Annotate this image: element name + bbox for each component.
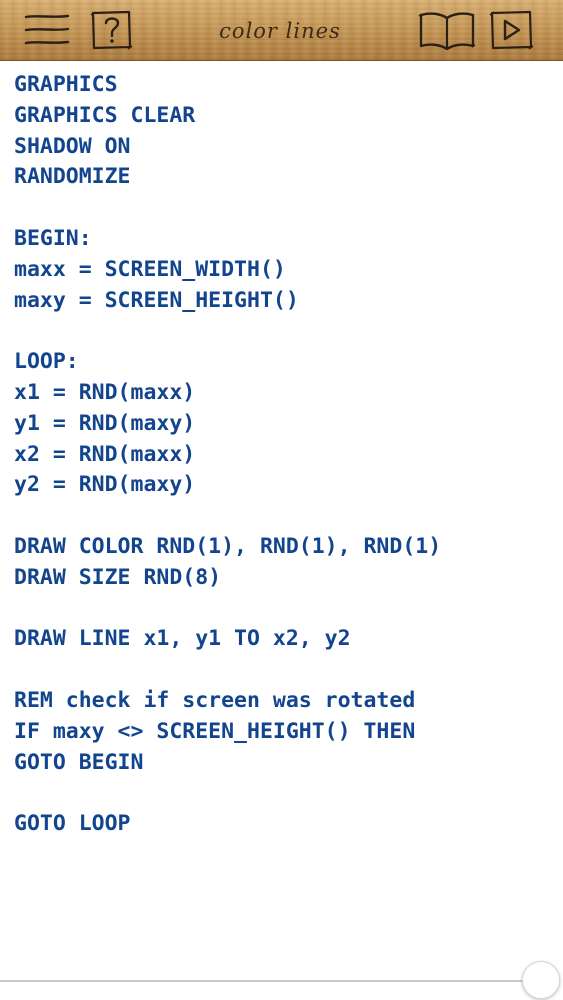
horizontal-scrollbar[interactable] xyxy=(0,961,563,1000)
code-line[interactable]: maxy = SCREEN_HEIGHT() xyxy=(14,286,441,317)
code-line[interactable] xyxy=(14,594,441,625)
help-button[interactable] xyxy=(88,8,136,52)
code-line[interactable]: DRAW COLOR RND(1), RND(1), RND(1) xyxy=(14,532,441,563)
code-line[interactable]: x2 = RND(maxx) xyxy=(14,440,441,471)
code-line[interactable]: DRAW LINE x1, y1 TO x2, y2 xyxy=(14,624,441,655)
code-line[interactable]: SHADOW ON xyxy=(14,132,441,163)
page-title: color lines xyxy=(219,19,341,43)
play-icon xyxy=(488,9,536,51)
code-line[interactable]: GRAPHICS CLEAR xyxy=(14,101,441,132)
code-line[interactable]: BEGIN: xyxy=(14,224,441,255)
code-line[interactable] xyxy=(14,193,441,224)
run-button[interactable] xyxy=(486,8,538,52)
code-editor[interactable]: GRAPHICS GRAPHICS CLEAR SHADOW ON RANDOMIZE… xyxy=(0,61,563,973)
code-line[interactable]: GOTO LOOP xyxy=(14,809,441,840)
scrollbar-thumb[interactable] xyxy=(522,961,560,999)
code-line[interactable]: LOOP: xyxy=(14,347,441,378)
code-line[interactable]: RANDOMIZE xyxy=(14,162,441,193)
code-line[interactable] xyxy=(14,316,441,347)
menu-button[interactable] xyxy=(22,8,72,52)
code-line[interactable] xyxy=(14,778,441,809)
scrollbar-track[interactable] xyxy=(0,980,528,982)
book-icon xyxy=(417,9,477,51)
code-line[interactable]: GRAPHICS xyxy=(14,70,441,101)
code-line[interactable]: y2 = RND(maxy) xyxy=(14,470,441,501)
help-icon xyxy=(89,9,135,51)
code-text[interactable]: GRAPHICS GRAPHICS CLEAR SHADOW ON RANDOMIZE… xyxy=(14,70,441,840)
code-line[interactable]: GOTO BEGIN xyxy=(14,748,441,779)
code-line[interactable]: DRAW SIZE RND(8) xyxy=(14,563,441,594)
code-line[interactable]: maxx = SCREEN_WIDTH() xyxy=(14,255,441,286)
toolbar: color lines xyxy=(0,0,563,61)
code-line[interactable] xyxy=(14,501,441,532)
book-button[interactable] xyxy=(416,8,478,52)
code-line[interactable] xyxy=(14,655,441,686)
code-line[interactable]: IF maxy <> SCREEN_HEIGHT() THEN xyxy=(14,717,441,748)
app-window: color lines GRAPHICS GRAPHICS CLEAR SHAD… xyxy=(0,0,563,1000)
code-line[interactable]: REM check if screen was rotated xyxy=(14,686,441,717)
code-line[interactable]: y1 = RND(maxy) xyxy=(14,409,441,440)
menu-icon xyxy=(23,10,71,50)
code-line[interactable]: x1 = RND(maxx) xyxy=(14,378,441,409)
